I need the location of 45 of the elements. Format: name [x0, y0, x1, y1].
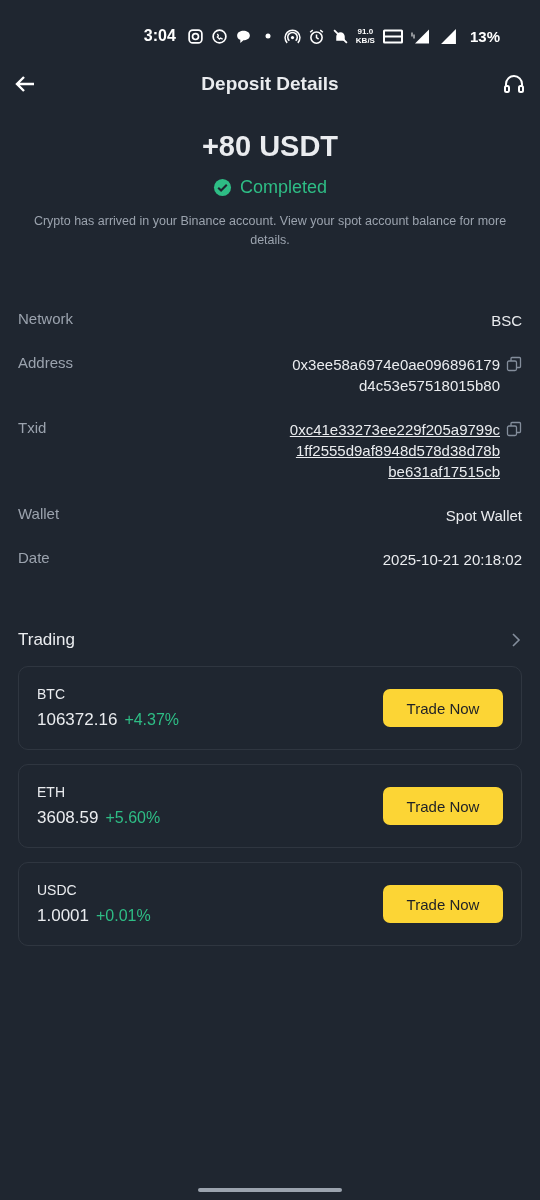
detail-label: Wallet — [18, 505, 60, 522]
trade-now-button[interactable]: Trade Now — [383, 689, 503, 727]
hotspot-icon — [283, 27, 301, 45]
coin-symbol: ETH — [37, 784, 66, 800]
status-label: Completed — [239, 177, 327, 198]
price-change: +0.01% — [96, 907, 151, 925]
coin-price: 3608.59 — [37, 808, 99, 828]
trade-now-button[interactable]: Trade Now — [383, 885, 503, 923]
coin-symbol: USDC — [37, 882, 78, 898]
info-message: Crypto has arrived in your Binance account. View your spot account balance for more details. — [32, 213, 508, 249]
alarm-icon — [307, 27, 325, 45]
section-title: Trading — [18, 630, 75, 650]
detail-value: Spot Wallet — [445, 506, 522, 526]
camera-icon — [186, 27, 204, 45]
muted-bell-icon — [331, 27, 349, 45]
detail-value: d4c53e57518015b80 — [359, 376, 500, 396]
network-speed: 91.0 KB/S — [355, 27, 375, 45]
battery-level: 13% — [469, 27, 500, 45]
headset-icon[interactable] — [502, 72, 526, 96]
coin-price: 1.0001 — [37, 906, 89, 926]
detail-label: Date — [18, 549, 50, 566]
trade-now-button[interactable]: Trade Now — [383, 787, 503, 825]
copy-icon[interactable] — [506, 356, 522, 372]
status-time: 3:04 — [143, 27, 176, 45]
txid-link[interactable]: be631af17515cb — [388, 461, 500, 482]
detail-value: 2025-10-21 20:18:02 — [382, 550, 522, 570]
coin-price: 106372.16 — [37, 710, 118, 730]
price-change: +5.60% — [105, 809, 161, 827]
detail-label: Network — [18, 310, 73, 327]
detail-label: Address — [18, 354, 74, 371]
check-circle-icon — [212, 178, 232, 197]
deposit-amount: +80 USDT — [201, 130, 339, 163]
signal-icon — [439, 27, 457, 45]
dot-icon — [264, 33, 271, 39]
detail-value: BSC — [491, 311, 522, 331]
txid-link[interactable]: 1ff2555d9af8948d578d38d78b — [295, 440, 500, 461]
price-change: +4.37% — [124, 711, 180, 729]
detail-label: Txid — [18, 419, 47, 436]
phone-bubble-icon — [210, 27, 228, 45]
copy-icon[interactable] — [506, 421, 522, 437]
detail-value: 0x3ee58a6974e0ae096896179 — [292, 355, 500, 375]
chevron-right-icon[interactable] — [510, 632, 522, 648]
coin-symbol: BTC — [37, 686, 66, 702]
page-title: Deposit Details — [201, 73, 339, 95]
txid-link[interactable]: 0xc41e33273ee229f205a9799c — [289, 419, 500, 440]
